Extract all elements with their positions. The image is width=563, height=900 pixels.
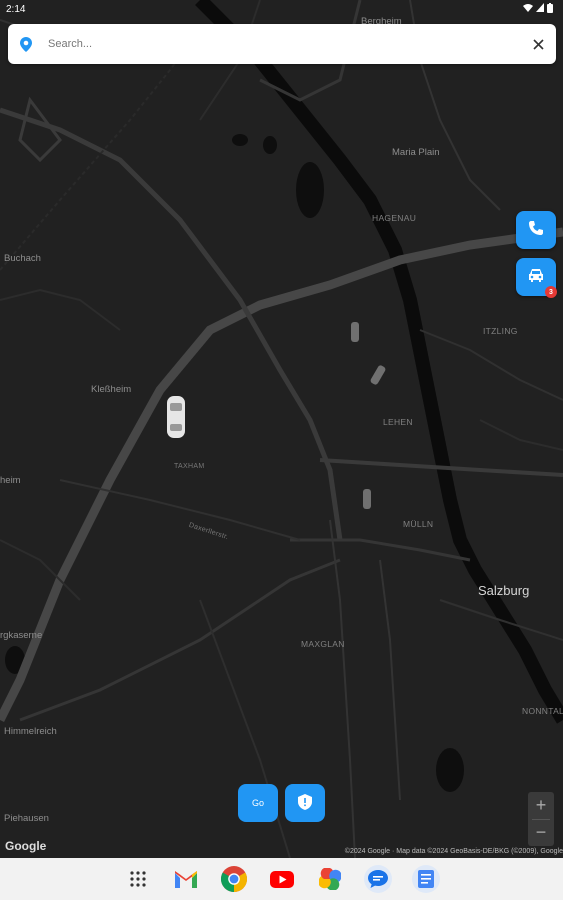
taxi-count-badge: 3	[545, 286, 557, 298]
place-label: LEHEN	[383, 417, 413, 427]
map-view[interactable]: Bergheim Maria Plain HAGENAU Buchach ITZ…	[0, 0, 563, 858]
call-button[interactable]	[516, 211, 556, 249]
wifi-icon	[523, 3, 533, 15]
files-icon[interactable]	[411, 865, 440, 893]
photos-icon[interactable]	[316, 865, 344, 893]
gmail-icon[interactable]	[172, 865, 200, 893]
place-label: Buchach	[4, 253, 41, 264]
place-label: TAXHAM	[174, 463, 205, 470]
place-label: rgkaserne	[0, 630, 43, 641]
map-canvas[interactable]	[0, 0, 563, 858]
battery-icon	[547, 2, 553, 16]
messages-icon[interactable]	[363, 865, 392, 893]
zoom-out-button[interactable]: −	[528, 820, 554, 847]
go-button[interactable]: Go	[238, 784, 278, 822]
go-button-label: Go	[251, 798, 264, 808]
place-label: Kleßheim	[91, 384, 132, 395]
place-label: MÜLLN	[403, 519, 434, 529]
chrome-icon[interactable]	[220, 865, 248, 893]
place-label: Salzburg	[478, 583, 530, 598]
vehicle-marker[interactable]	[370, 364, 387, 385]
place-label: MAXGLAN	[301, 639, 345, 649]
google-logo: Google	[5, 839, 47, 853]
status-time: 2:14	[6, 3, 26, 15]
taxi-marker[interactable]	[167, 396, 185, 438]
youtube-icon[interactable]	[268, 865, 296, 893]
search-input[interactable]	[48, 38, 530, 50]
zoom-controls: + −	[528, 792, 554, 846]
status-icons	[523, 2, 553, 16]
search-bar	[8, 24, 556, 64]
taxi-list-button[interactable]: 3	[516, 258, 557, 298]
signal-icon	[536, 3, 544, 15]
place-label: heim	[0, 475, 21, 486]
location-pin-icon	[18, 36, 34, 52]
map-attribution[interactable]: ©2024 Google · Map data ©2024 GeoBasis-D…	[345, 848, 563, 855]
status-bar: 2:14	[0, 0, 563, 18]
taskbar	[0, 858, 563, 900]
vehicle-marker[interactable]	[351, 322, 359, 342]
zoom-in-button[interactable]: +	[528, 792, 554, 819]
safety-button[interactable]	[285, 784, 325, 822]
shield-icon	[298, 794, 312, 812]
place-label: Maria Plain	[392, 147, 440, 158]
place-label: NONNTAL	[522, 706, 563, 716]
place-label: HAGENAU	[372, 213, 417, 223]
place-label: ITZLING	[483, 326, 518, 336]
place-label: Piehausen	[4, 813, 49, 824]
close-icon[interactable]	[530, 36, 546, 52]
phone-icon	[528, 220, 544, 241]
taxi-icon	[527, 267, 545, 288]
place-label: Himmelreich	[4, 726, 57, 737]
vehicle-marker[interactable]	[363, 489, 371, 509]
app-screen: Bergheim Maria Plain HAGENAU Buchach ITZ…	[0, 0, 563, 900]
app-drawer-icon[interactable]	[124, 865, 152, 893]
